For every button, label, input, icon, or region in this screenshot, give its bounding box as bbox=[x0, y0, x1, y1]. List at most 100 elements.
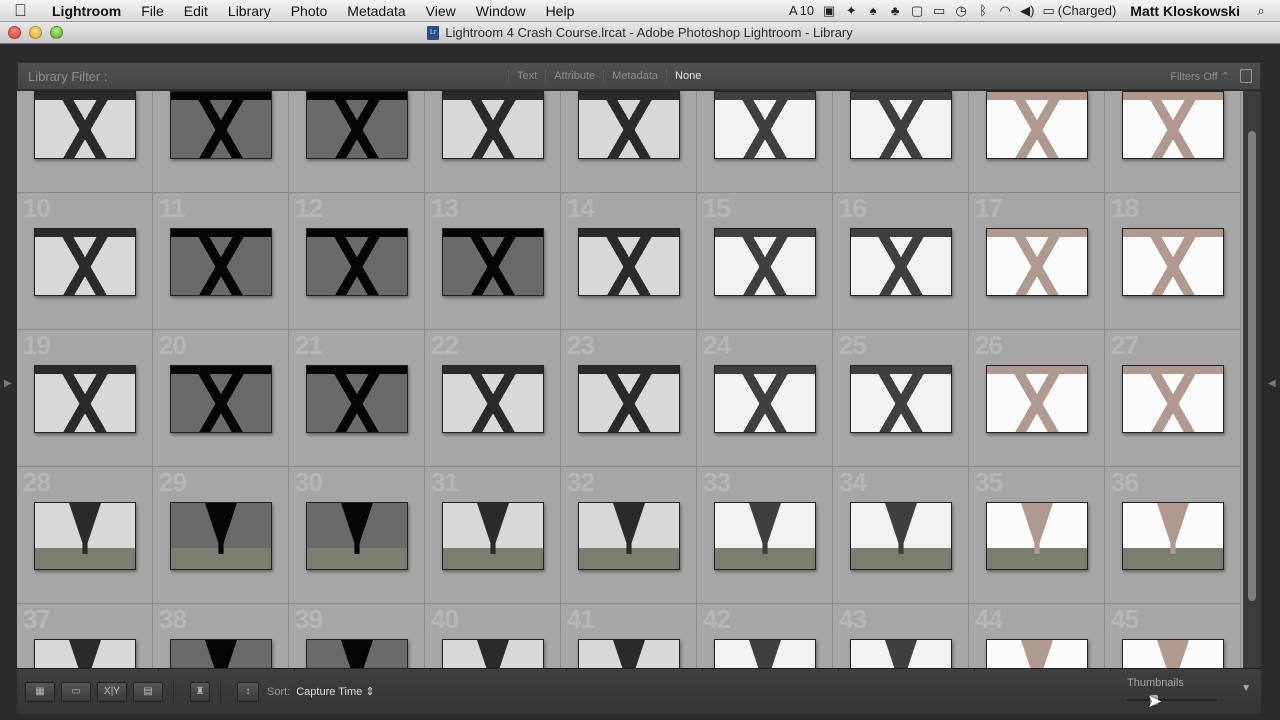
filter-metadata[interactable]: Metadata bbox=[603, 70, 666, 82]
photo-thumbnail[interactable] bbox=[1122, 639, 1224, 668]
photo-thumbnail[interactable] bbox=[714, 228, 816, 296]
grid-cell[interactable]: 5 bbox=[561, 91, 697, 193]
photo-thumbnail[interactable] bbox=[306, 365, 408, 433]
menu-lightroom[interactable]: Lightroom bbox=[42, 3, 131, 19]
photo-thumbnail[interactable] bbox=[442, 365, 544, 433]
minimize-button[interactable] bbox=[29, 26, 42, 39]
grid-cell[interactable]: 32 bbox=[561, 467, 697, 604]
photo-thumbnail[interactable] bbox=[986, 365, 1088, 433]
font-icon[interactable]: A 10 bbox=[785, 3, 818, 18]
grid-cell[interactable]: 4 bbox=[425, 91, 561, 193]
grid-cell[interactable]: 43 bbox=[833, 604, 969, 668]
photo-thumbnail[interactable] bbox=[714, 91, 816, 159]
filter-none[interactable]: None bbox=[666, 70, 709, 82]
survey-view-button[interactable]: ▤ bbox=[133, 681, 163, 702]
photo-thumbnail[interactable] bbox=[578, 228, 680, 296]
photo-thumbnail[interactable] bbox=[306, 228, 408, 296]
menu-metadata[interactable]: Metadata bbox=[337, 3, 415, 19]
grid-cell[interactable]: 40 bbox=[425, 604, 561, 668]
photo-thumbnail[interactable] bbox=[850, 91, 952, 159]
grid-cell[interactable]: 18 bbox=[1105, 193, 1241, 330]
grid-cell[interactable]: 35 bbox=[969, 467, 1105, 604]
photo-thumbnail[interactable] bbox=[578, 91, 680, 159]
photo-thumbnail[interactable] bbox=[986, 91, 1088, 159]
grid-cell[interactable]: 29 bbox=[153, 467, 289, 604]
left-panel-toggle-icon[interactable]: ▶ bbox=[4, 378, 12, 389]
camera-icon[interactable]: ▣ bbox=[818, 3, 840, 19]
evernote-icon[interactable]: ♠ bbox=[862, 3, 884, 18]
toolbar-menu-icon[interactable]: ▼ bbox=[1241, 683, 1251, 694]
photo-thumbnail[interactable] bbox=[170, 365, 272, 433]
photo-thumbnail[interactable] bbox=[714, 639, 816, 668]
photo-thumbnail[interactable] bbox=[442, 639, 544, 668]
grid-cell[interactable]: 34 bbox=[833, 467, 969, 604]
grid-cell[interactable]: 27 bbox=[1105, 330, 1241, 467]
menu-library[interactable]: Library bbox=[218, 3, 281, 19]
grid-cell[interactable]: 13 bbox=[425, 193, 561, 330]
grid-cell[interactable]: 8 bbox=[969, 91, 1105, 193]
spotlight-search-icon[interactable]: ⌕ bbox=[1250, 3, 1272, 19]
loupe-view-button[interactable]: ▭ bbox=[61, 681, 91, 702]
photo-thumbnail[interactable] bbox=[850, 639, 952, 668]
photo-thumbnail[interactable] bbox=[850, 502, 952, 570]
grid-cell[interactable]: 21 bbox=[289, 330, 425, 467]
grid-cell[interactable]: 44 bbox=[969, 604, 1105, 668]
photo-thumbnail[interactable] bbox=[170, 91, 272, 159]
grid-cell[interactable]: 16 bbox=[833, 193, 969, 330]
sort-dropdown[interactable]: Capture Time ⇕ bbox=[296, 685, 374, 698]
grid-cell[interactable]: 9 bbox=[1105, 91, 1241, 193]
photo-thumbnail[interactable] bbox=[1122, 91, 1224, 159]
grid-cell[interactable]: 1 bbox=[17, 91, 153, 193]
photo-thumbnail[interactable] bbox=[986, 228, 1088, 296]
filter-text[interactable]: Text bbox=[508, 70, 545, 82]
zoom-button[interactable] bbox=[50, 26, 63, 39]
grid-view-button[interactable]: ▦ bbox=[25, 681, 55, 702]
photo-thumbnail[interactable] bbox=[34, 639, 136, 668]
grid-cell[interactable]: 42 bbox=[697, 604, 833, 668]
grid-cell[interactable]: 7 bbox=[833, 91, 969, 193]
dropbox-icon[interactable]: ✦ bbox=[840, 3, 862, 19]
photo-thumbnail[interactable] bbox=[578, 639, 680, 668]
wifi-icon[interactable]: ◠ bbox=[994, 3, 1016, 19]
grid-cell[interactable]: 37 bbox=[17, 604, 153, 668]
grid-cell[interactable]: 22 bbox=[425, 330, 561, 467]
apple-icon[interactable]:  bbox=[14, 1, 42, 21]
evernote-alt-icon[interactable]: ♣ bbox=[884, 3, 906, 18]
window-icon[interactable]: ▢ bbox=[906, 3, 928, 19]
lock-icon[interactable] bbox=[1240, 69, 1252, 83]
photo-thumbnail[interactable] bbox=[714, 365, 816, 433]
grid-cell[interactable]: 38 bbox=[153, 604, 289, 668]
photo-thumbnail[interactable] bbox=[578, 365, 680, 433]
grid-cell[interactable]: 17 bbox=[969, 193, 1105, 330]
scroll-thumb[interactable] bbox=[1248, 131, 1256, 601]
grid-cell[interactable]: 15 bbox=[697, 193, 833, 330]
time-machine-icon[interactable]: ◷ bbox=[950, 3, 972, 19]
photo-thumbnail[interactable] bbox=[850, 228, 952, 296]
grid-scrollbar[interactable] bbox=[1243, 91, 1261, 668]
display-icon[interactable]: ▭ bbox=[928, 3, 950, 19]
battery-icon[interactable]: ▭ (Charged) bbox=[1038, 3, 1120, 19]
grid-cell[interactable]: 20 bbox=[153, 330, 289, 467]
grid-cell[interactable]: 31 bbox=[425, 467, 561, 604]
photo-thumbnail[interactable] bbox=[170, 228, 272, 296]
photo-thumbnail[interactable] bbox=[170, 639, 272, 668]
photo-thumbnail[interactable] bbox=[34, 365, 136, 433]
user-name[interactable]: Matt Kloskowski bbox=[1120, 3, 1250, 19]
grid-cell[interactable]: 19 bbox=[17, 330, 153, 467]
photo-thumbnail[interactable] bbox=[850, 365, 952, 433]
photo-thumbnail[interactable] bbox=[306, 502, 408, 570]
filter-presets-dropdown[interactable]: Filters Off ⌃ bbox=[1170, 70, 1230, 83]
grid-cell[interactable]: 36 bbox=[1105, 467, 1241, 604]
photo-thumbnail[interactable] bbox=[170, 502, 272, 570]
bluetooth-icon[interactable]: ᛒ bbox=[972, 3, 994, 18]
photo-thumbnail[interactable] bbox=[34, 502, 136, 570]
compare-view-button[interactable]: X|Y bbox=[97, 681, 127, 702]
menu-view[interactable]: View bbox=[416, 3, 466, 19]
photo-thumbnail[interactable] bbox=[1122, 228, 1224, 296]
grid-cell[interactable]: 23 bbox=[561, 330, 697, 467]
photo-thumbnail[interactable] bbox=[442, 228, 544, 296]
grid-cell[interactable]: 28 bbox=[17, 467, 153, 604]
grid-cell[interactable]: 30 bbox=[289, 467, 425, 604]
grid-cell[interactable]: 33 bbox=[697, 467, 833, 604]
right-panel-toggle-icon[interactable]: ◀ bbox=[1268, 378, 1276, 389]
